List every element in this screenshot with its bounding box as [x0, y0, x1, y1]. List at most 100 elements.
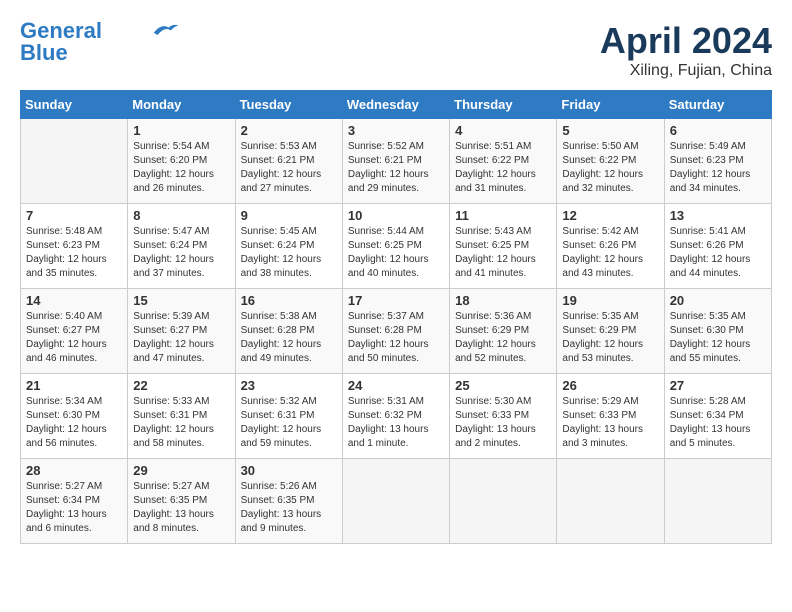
weekday-header-tuesday: Tuesday — [235, 91, 342, 119]
day-info: Sunrise: 5:41 AMSunset: 6:26 PMDaylight:… — [670, 225, 766, 281]
calendar-cell: 10 Sunrise: 5:44 AMSunset: 6:25 PMDayligh… — [342, 204, 449, 289]
weekday-header-row: SundayMondayTuesdayWednesdayThursdayFrid… — [21, 91, 772, 119]
day-number: 15 — [133, 293, 229, 308]
calendar-cell: 21Sunrise: 5:34 AMSunset: 6:30 PMDayligh… — [21, 374, 128, 459]
day-number: 6 — [670, 123, 766, 138]
day-info: Sunrise: 5:44 AMSunset: 6:25 PMDaylight:… — [348, 225, 444, 281]
calendar-cell: 16Sunrise: 5:38 AMSunset: 6:28 PMDayligh… — [235, 289, 342, 374]
weekday-header-friday: Friday — [557, 91, 664, 119]
day-number: 10 — [348, 208, 444, 223]
day-number: 30 — [241, 463, 337, 478]
calendar-cell: 3 Sunrise: 5:52 AMSunset: 6:21 PMDaylight… — [342, 119, 449, 204]
calendar-cell: 15Sunrise: 5:39 AMSunset: 6:27 PMDayligh… — [128, 289, 235, 374]
calendar-cell — [664, 459, 771, 544]
day-info: Sunrise: 5:54 AMSunset: 6:20 PMDaylight:… — [133, 140, 229, 196]
calendar-cell: 13 Sunrise: 5:41 AMSunset: 6:26 PMDayligh… — [664, 204, 771, 289]
calendar-cell: 12 Sunrise: 5:42 AMSunset: 6:26 PMDayligh… — [557, 204, 664, 289]
day-number: 5 — [562, 123, 658, 138]
day-info: Sunrise: 5:35 AMSunset: 6:29 PMDaylight:… — [562, 310, 658, 366]
day-number: 3 — [348, 123, 444, 138]
logo-bird-icon — [150, 20, 180, 38]
day-info: Sunrise: 5:27 AMSunset: 6:35 PMDaylight:… — [133, 480, 229, 536]
day-number: 20 — [670, 293, 766, 308]
day-info: Sunrise: 5:53 AMSunset: 6:21 PMDaylight:… — [241, 140, 337, 196]
day-info: Sunrise: 5:33 AMSunset: 6:31 PMDaylight:… — [133, 395, 229, 451]
day-number: 4 — [455, 123, 551, 138]
calendar-cell — [21, 119, 128, 204]
day-info: Sunrise: 5:27 AMSunset: 6:34 PMDaylight:… — [26, 480, 122, 536]
calendar-cell: 11 Sunrise: 5:43 AMSunset: 6:25 PMDayligh… — [450, 204, 557, 289]
day-info: Sunrise: 5:30 AMSunset: 6:33 PMDaylight:… — [455, 395, 551, 451]
calendar-cell: 23Sunrise: 5:32 AMSunset: 6:31 PMDayligh… — [235, 374, 342, 459]
day-info: Sunrise: 5:38 AMSunset: 6:28 PMDaylight:… — [241, 310, 337, 366]
day-info: Sunrise: 5:31 AMSunset: 6:32 PMDaylight:… — [348, 395, 444, 451]
day-info: Sunrise: 5:52 AMSunset: 6:21 PMDaylight:… — [348, 140, 444, 196]
logo-blue-text: Blue — [20, 42, 68, 64]
logo-text: General — [20, 20, 102, 42]
day-info: Sunrise: 5:28 AMSunset: 6:34 PMDaylight:… — [670, 395, 766, 451]
day-number: 9 — [241, 208, 337, 223]
calendar-cell: 4 Sunrise: 5:51 AMSunset: 6:22 PMDaylight… — [450, 119, 557, 204]
day-number: 11 — [455, 208, 551, 223]
day-info: Sunrise: 5:40 AMSunset: 6:27 PMDaylight:… — [26, 310, 122, 366]
weekday-header-monday: Monday — [128, 91, 235, 119]
page-header: General Blue April 2024 Xiling, Fujian, … — [20, 20, 772, 80]
weekday-header-wednesday: Wednesday — [342, 91, 449, 119]
calendar-cell: 7 Sunrise: 5:48 AMSunset: 6:23 PMDaylight… — [21, 204, 128, 289]
day-number: 7 — [26, 208, 122, 223]
day-number: 14 — [26, 293, 122, 308]
calendar-cell: 9 Sunrise: 5:45 AMSunset: 6:24 PMDaylight… — [235, 204, 342, 289]
day-info: Sunrise: 5:50 AMSunset: 6:22 PMDaylight:… — [562, 140, 658, 196]
day-info: Sunrise: 5:45 AMSunset: 6:24 PMDaylight:… — [241, 225, 337, 281]
calendar-header: SundayMondayTuesdayWednesdayThursdayFrid… — [21, 91, 772, 119]
calendar-body: 1 Sunrise: 5:54 AMSunset: 6:20 PMDaylight… — [21, 119, 772, 544]
calendar-cell: 30 Sunrise: 5:26 AMSunset: 6:35 PMDayligh… — [235, 459, 342, 544]
calendar-cell: 27 Sunrise: 5:28 AMSunset: 6:34 PMDayligh… — [664, 374, 771, 459]
day-number: 18 — [455, 293, 551, 308]
calendar-cell: 17Sunrise: 5:37 AMSunset: 6:28 PMDayligh… — [342, 289, 449, 374]
calendar-cell: 26 Sunrise: 5:29 AMSunset: 6:33 PMDayligh… — [557, 374, 664, 459]
day-info: Sunrise: 5:37 AMSunset: 6:28 PMDaylight:… — [348, 310, 444, 366]
title-block: April 2024 Xiling, Fujian, China — [600, 20, 772, 80]
day-number: 26 — [562, 378, 658, 393]
weekday-header-saturday: Saturday — [664, 91, 771, 119]
logo: General Blue — [20, 20, 180, 64]
calendar-cell: 19Sunrise: 5:35 AMSunset: 6:29 PMDayligh… — [557, 289, 664, 374]
calendar-cell: 5 Sunrise: 5:50 AMSunset: 6:22 PMDaylight… — [557, 119, 664, 204]
day-number: 29 — [133, 463, 229, 478]
location-text: Xiling, Fujian, China — [600, 62, 772, 80]
weekday-header-sunday: Sunday — [21, 91, 128, 119]
calendar-cell: 29 Sunrise: 5:27 AMSunset: 6:35 PMDayligh… — [128, 459, 235, 544]
day-number: 12 — [562, 208, 658, 223]
day-number: 25 — [455, 378, 551, 393]
day-number: 8 — [133, 208, 229, 223]
calendar-cell: 24Sunrise: 5:31 AMSunset: 6:32 PMDayligh… — [342, 374, 449, 459]
calendar-cell: 28 Sunrise: 5:27 AMSunset: 6:34 PMDayligh… — [21, 459, 128, 544]
calendar-cell: 25 Sunrise: 5:30 AMSunset: 6:33 PMDayligh… — [450, 374, 557, 459]
day-info: Sunrise: 5:43 AMSunset: 6:25 PMDaylight:… — [455, 225, 551, 281]
day-number: 13 — [670, 208, 766, 223]
calendar-cell: 2 Sunrise: 5:53 AMSunset: 6:21 PMDaylight… — [235, 119, 342, 204]
day-info: Sunrise: 5:49 AMSunset: 6:23 PMDaylight:… — [670, 140, 766, 196]
day-info: Sunrise: 5:35 AMSunset: 6:30 PMDaylight:… — [670, 310, 766, 366]
weekday-header-thursday: Thursday — [450, 91, 557, 119]
calendar-cell: 22Sunrise: 5:33 AMSunset: 6:31 PMDayligh… — [128, 374, 235, 459]
day-number: 28 — [26, 463, 122, 478]
day-info: Sunrise: 5:51 AMSunset: 6:22 PMDaylight:… — [455, 140, 551, 196]
calendar-cell: 1 Sunrise: 5:54 AMSunset: 6:20 PMDaylight… — [128, 119, 235, 204]
calendar-week-row: 1 Sunrise: 5:54 AMSunset: 6:20 PMDaylight… — [21, 119, 772, 204]
day-info: Sunrise: 5:47 AMSunset: 6:24 PMDaylight:… — [133, 225, 229, 281]
calendar-week-row: 7 Sunrise: 5:48 AMSunset: 6:23 PMDaylight… — [21, 204, 772, 289]
day-info: Sunrise: 5:29 AMSunset: 6:33 PMDaylight:… — [562, 395, 658, 451]
day-number: 1 — [133, 123, 229, 138]
day-number: 2 — [241, 123, 337, 138]
calendar-cell: 20 Sunrise: 5:35 AMSunset: 6:30 PMDayligh… — [664, 289, 771, 374]
month-title: April 2024 — [600, 20, 772, 62]
day-info: Sunrise: 5:42 AMSunset: 6:26 PMDaylight:… — [562, 225, 658, 281]
calendar-cell: 8 Sunrise: 5:47 AMSunset: 6:24 PMDaylight… — [128, 204, 235, 289]
day-number: 27 — [670, 378, 766, 393]
day-info: Sunrise: 5:48 AMSunset: 6:23 PMDaylight:… — [26, 225, 122, 281]
day-info: Sunrise: 5:26 AMSunset: 6:35 PMDaylight:… — [241, 480, 337, 536]
calendar-week-row: 21Sunrise: 5:34 AMSunset: 6:30 PMDayligh… — [21, 374, 772, 459]
calendar-cell — [342, 459, 449, 544]
